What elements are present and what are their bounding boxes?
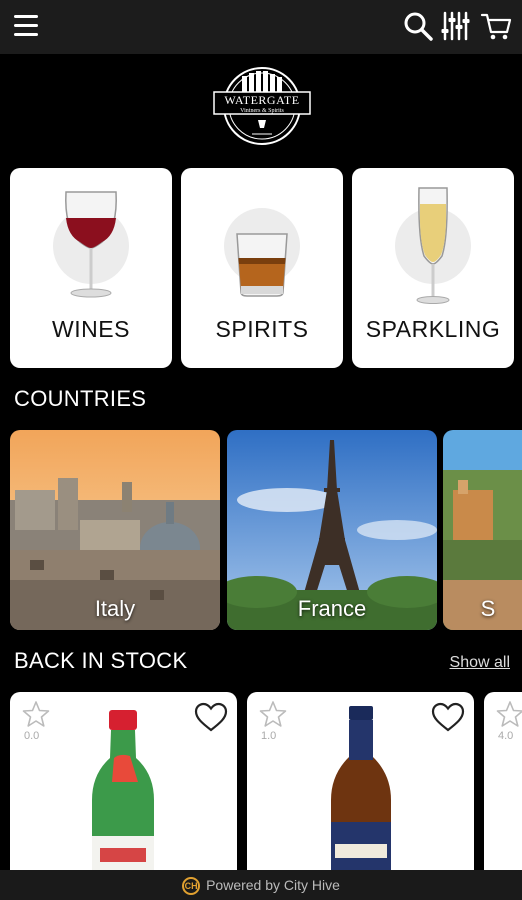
- star-icon[interactable]: [22, 700, 50, 728]
- category-label: SPARKLING: [365, 316, 501, 342]
- category-card-sparkling[interactable]: SPARKLING: [352, 168, 514, 368]
- hamburger-menu-icon[interactable]: [14, 15, 40, 37]
- product-card[interactable]: 1.0: [247, 692, 474, 882]
- filter-sliders-icon[interactable]: [440, 10, 472, 42]
- powered-by-footer: CH Powered by City Hive: [0, 870, 522, 900]
- city-hive-logo-icon: CH: [182, 877, 201, 896]
- watergate-logo[interactable]: WATERGATE Vintners & Spirits: [212, 64, 312, 148]
- category-card-spirits[interactable]: SPIRITS: [181, 168, 343, 368]
- country-card-italy[interactable]: Italy: [10, 430, 220, 630]
- country-name: Italy: [94, 596, 136, 621]
- star-icon[interactable]: [496, 700, 522, 728]
- category-card-wines[interactable]: WINES: [10, 168, 172, 368]
- product-rating: 4.0: [498, 730, 514, 742]
- product-card[interactable]: 0.0: [10, 692, 237, 882]
- category-label: WINES: [52, 316, 130, 342]
- category-grid: WINES SPIRITS SPARKLING: [10, 168, 514, 368]
- country-name: France: [297, 596, 367, 621]
- footer-text: Powered by City Hive: [206, 877, 340, 893]
- country-card-france[interactable]: France: [227, 430, 437, 630]
- country-card-partial[interactable]: S: [443, 430, 522, 630]
- cart-icon[interactable]: [480, 10, 512, 42]
- category-label: SPIRITS: [215, 316, 309, 342]
- country-name: S: [480, 596, 496, 621]
- red-wine-glass-icon: [65, 191, 117, 298]
- heart-icon[interactable]: [194, 702, 228, 732]
- logo-title: WATERGATE: [224, 93, 299, 107]
- countries-heading: COUNTRIES: [14, 386, 147, 411]
- top-app-bar: [0, 0, 522, 54]
- show-all-link[interactable]: Show all: [450, 654, 510, 672]
- star-icon[interactable]: [259, 700, 287, 728]
- soju-bottle: [92, 710, 154, 882]
- search-icon[interactable]: [402, 10, 434, 42]
- heart-icon[interactable]: [431, 702, 465, 732]
- champagne-flute-icon: [416, 187, 450, 304]
- product-rating: 0.0: [24, 730, 40, 742]
- logo-subtitle: Vintners & Spirits: [240, 108, 284, 114]
- product-card[interactable]: 4.0: [484, 692, 522, 882]
- whiskey-tumbler-icon: [236, 233, 288, 297]
- product-rating: 1.0: [261, 730, 277, 742]
- back-in-stock-heading: BACK IN STOCK: [14, 648, 188, 673]
- beer-bottle: [331, 706, 391, 882]
